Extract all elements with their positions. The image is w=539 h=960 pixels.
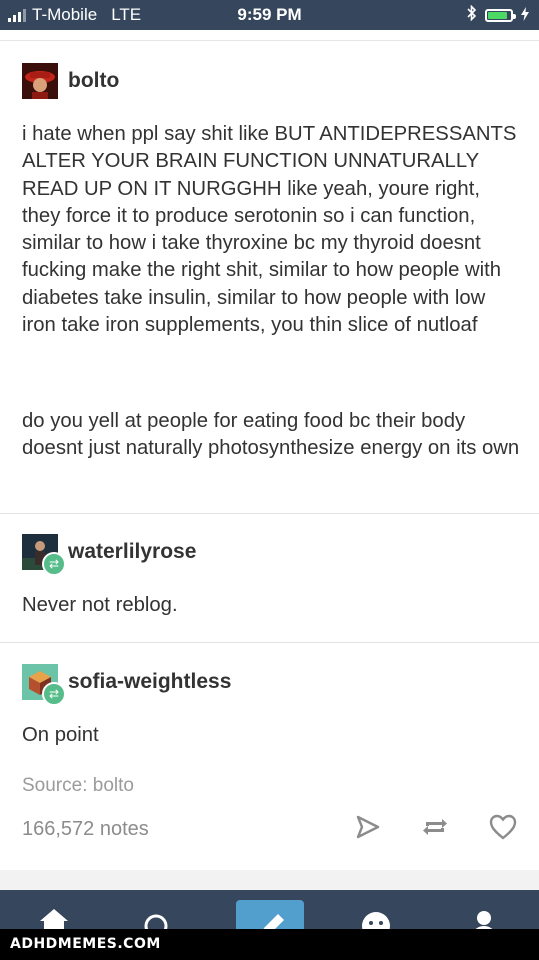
post-source[interactable]: Source: bolto xyxy=(22,775,134,797)
post-paragraph: do you yell at people for eating food bc… xyxy=(22,410,520,460)
feed-gap xyxy=(0,870,539,890)
divider xyxy=(0,513,539,514)
charging-icon xyxy=(521,6,529,26)
bluetooth-icon xyxy=(467,4,477,26)
avatar[interactable]: ⇄ xyxy=(22,664,66,706)
post-username[interactable]: bolto xyxy=(68,69,119,93)
avatar[interactable] xyxy=(22,63,58,99)
notes-count[interactable]: 166,572 notes xyxy=(22,818,149,841)
divider xyxy=(0,642,539,643)
post-username[interactable]: waterlilyrose xyxy=(68,540,196,564)
battery-icon xyxy=(485,9,516,22)
divider xyxy=(0,40,539,41)
post-text: On point xyxy=(22,724,99,746)
post-header: bolto xyxy=(22,63,119,99)
heart-icon[interactable] xyxy=(489,814,517,840)
post-header: ⇄ sofia-weightless xyxy=(22,664,231,706)
post-username[interactable]: sofia-weightless xyxy=(68,670,231,694)
post-actions xyxy=(355,814,517,840)
reblog-icon: ⇄ xyxy=(42,682,66,706)
avatar[interactable]: ⇄ xyxy=(22,534,66,576)
watermark: ADHDMEMES.COM xyxy=(0,929,539,960)
post-text: Never not reblog. xyxy=(22,594,178,616)
post-paragraph: i hate when ppl say shit like BUT ANTIDE… xyxy=(22,123,517,337)
status-time: 9:59 PM xyxy=(237,5,302,24)
post-header: ⇄ waterlilyrose xyxy=(22,534,196,576)
reblog-icon: ⇄ xyxy=(42,552,66,576)
status-bar: T-Mobile LTE 9:59 PM xyxy=(0,0,539,30)
share-icon[interactable] xyxy=(355,814,381,840)
reblog-icon[interactable] xyxy=(421,815,449,839)
